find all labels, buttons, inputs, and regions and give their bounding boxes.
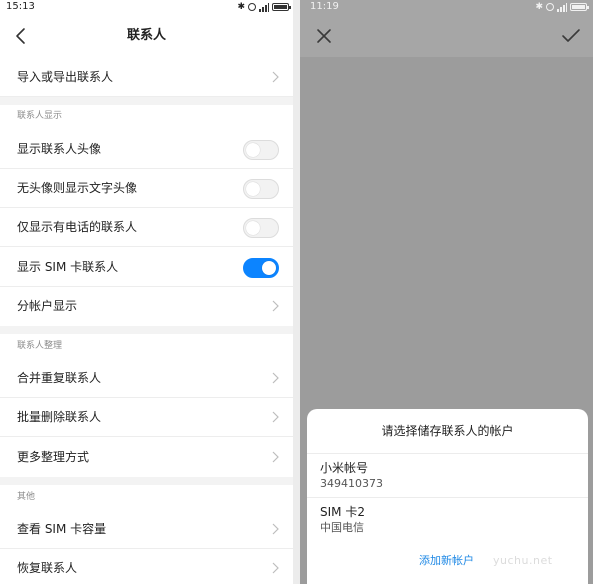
row-show-avatar[interactable]: 显示联系人头像	[0, 130, 293, 169]
row-label: 分帐户显示	[17, 299, 78, 313]
toggle-knob	[246, 182, 260, 196]
page-title: 联系人	[126, 28, 166, 43]
account-detail: 中国电信	[320, 521, 364, 534]
row-more-organize[interactable]: 更多整理方式	[0, 438, 293, 477]
toggle-knob	[262, 261, 276, 275]
close-icon[interactable]	[315, 27, 333, 45]
row-label: 查看 SIM 卡容量	[17, 522, 107, 536]
status-icons: ✱	[535, 2, 589, 12]
section-separator	[0, 477, 293, 485]
account-detail: 349410373	[320, 477, 383, 490]
show-avatar-toggle[interactable]	[243, 140, 279, 160]
account-option-mi[interactable]: 小米帐号 349410373	[307, 453, 588, 497]
check-icon[interactable]	[561, 28, 581, 44]
alarm-icon	[546, 3, 554, 11]
row-show-sim[interactable]: 显示 SIM 卡联系人	[0, 248, 293, 287]
section-header-organize: 联系人整理	[17, 341, 63, 351]
screen-divider	[293, 0, 300, 584]
chevron-right-icon	[272, 300, 279, 312]
add-account-button[interactable]: 添加新帐户	[419, 554, 474, 568]
row-label: 导入或导出联系人	[17, 70, 114, 84]
account-name: SIM 卡2	[320, 505, 365, 519]
row-label: 仅显示有电话的联系人	[17, 220, 138, 234]
row-text-avatar[interactable]: 无头像则显示文字头像	[0, 169, 293, 208]
row-label: 合并重复联系人	[17, 371, 102, 385]
row-merge-duplicates[interactable]: 合并重复联系人	[0, 359, 293, 398]
row-sim-capacity[interactable]: 查看 SIM 卡容量	[0, 510, 293, 549]
status-time: 15:13	[6, 1, 35, 12]
text-avatar-toggle[interactable]	[243, 179, 279, 199]
account-name: 小米帐号	[320, 461, 369, 475]
row-label: 无头像则显示文字头像	[17, 181, 138, 195]
chevron-right-icon	[272, 523, 279, 535]
alarm-icon	[248, 3, 256, 11]
row-restore[interactable]: 恢复联系人	[0, 549, 293, 584]
row-label: 显示 SIM 卡联系人	[17, 260, 119, 274]
status-time: 11:19	[310, 1, 339, 12]
dimmed-toolbar: 11:19 ✱	[300, 0, 593, 57]
section-header-other: 其他	[17, 492, 36, 502]
account-option-sim2[interactable]: SIM 卡2 中国电信	[307, 497, 588, 541]
phone-only-toggle[interactable]	[243, 218, 279, 238]
section-separator	[0, 97, 293, 105]
battery-icon	[272, 3, 291, 11]
signal-icon	[259, 2, 269, 12]
chevron-right-icon	[272, 562, 279, 574]
chevron-right-icon	[272, 411, 279, 423]
row-label: 批量删除联系人	[17, 410, 102, 424]
chevron-right-icon	[272, 372, 279, 384]
toggle-knob	[246, 143, 260, 157]
app-header: 联系人	[0, 14, 293, 58]
watermark: yuchu.net	[493, 554, 553, 567]
row-by-account[interactable]: 分帐户显示	[0, 287, 293, 326]
account-picker-dialog: 请选择储存联系人的帐户 小米帐号 349410373 SIM 卡2 中国电信 添…	[307, 409, 588, 584]
bluetooth-icon: ✱	[237, 2, 245, 12]
row-import-export[interactable]: 导入或导出联系人	[0, 58, 293, 97]
row-label: 恢复联系人	[17, 561, 78, 575]
row-label: 更多整理方式	[17, 450, 90, 464]
row-batch-delete[interactable]: 批量删除联系人	[0, 398, 293, 437]
section-separator	[0, 326, 293, 334]
toggle-knob	[246, 221, 260, 235]
chevron-right-icon	[272, 451, 279, 463]
bluetooth-icon: ✱	[535, 2, 543, 12]
contacts-settings-screen: 15:13 ✱ 联系人 导入或导出联系人 联系人显示 显示联系人头像 无头像则显…	[0, 0, 293, 584]
signal-icon	[557, 2, 567, 12]
row-label: 显示联系人头像	[17, 142, 102, 156]
status-bar: 15:13 ✱	[0, 0, 293, 14]
dialog-title: 请选择储存联系人的帐户	[381, 424, 514, 438]
new-contact-screen-dimmed: 11:19 ✱ 请选择储存联系人的帐户 小米帐号 349410373 SIM 卡…	[300, 0, 593, 584]
status-bar: 11:19 ✱	[300, 0, 593, 14]
battery-icon	[570, 3, 589, 11]
status-icons: ✱	[237, 2, 291, 12]
section-header-display: 联系人显示	[17, 111, 63, 121]
chevron-right-icon	[272, 71, 279, 83]
row-phone-only[interactable]: 仅显示有电话的联系人	[0, 208, 293, 247]
show-sim-toggle[interactable]	[243, 258, 279, 278]
